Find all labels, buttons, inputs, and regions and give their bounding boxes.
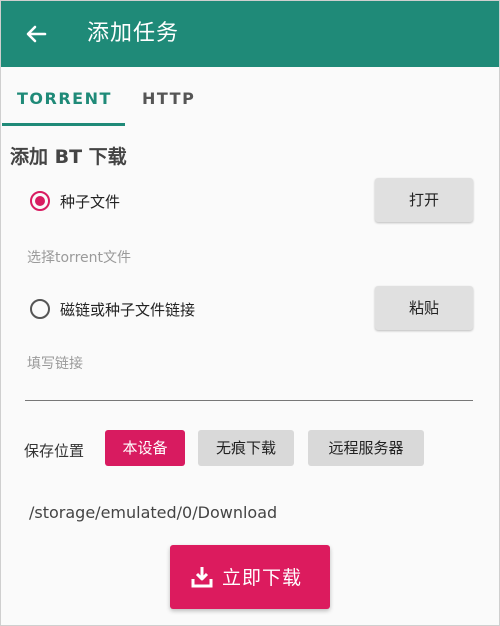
magnet-label: 磁链或种子文件链接 — [60, 301, 196, 319]
tab-bar: TORRENT HTTP — [1, 67, 499, 127]
paste-button[interactable]: 粘贴 — [375, 286, 473, 330]
section-title: 添加 BT 下载 — [10, 146, 127, 168]
download-path: /storage/emulated/0/Download — [29, 503, 278, 522]
download-icon — [190, 565, 214, 589]
radio-magnet-link[interactable] — [30, 299, 50, 319]
active-tab-indicator — [2, 123, 125, 126]
link-input[interactable]: 填写链接 — [27, 353, 83, 373]
tab-http[interactable]: HTTP — [142, 89, 195, 108]
link-input-underline — [25, 400, 473, 401]
page-title: 添加任务 — [87, 21, 180, 46]
torrent-file-hint: 选择torrent文件 — [27, 250, 131, 266]
open-button[interactable]: 打开 — [375, 178, 473, 222]
torrent-file-label: 种子文件 — [60, 193, 121, 211]
tab-torrent[interactable]: TORRENT — [17, 89, 112, 108]
radio-torrent-file[interactable] — [30, 191, 50, 211]
option-remote-server[interactable]: 远程服务器 — [308, 430, 424, 466]
option-this-device[interactable]: 本设备 — [105, 430, 185, 466]
arrow-left-icon[interactable] — [21, 19, 51, 49]
download-now-button[interactable]: 立即下载 — [170, 545, 330, 609]
save-location-label: 保存位置 — [24, 442, 85, 460]
option-incognito-download[interactable]: 无痕下载 — [198, 430, 294, 466]
download-now-label: 立即下载 — [222, 567, 303, 589]
app-bar: 添加任务 — [1, 1, 499, 67]
